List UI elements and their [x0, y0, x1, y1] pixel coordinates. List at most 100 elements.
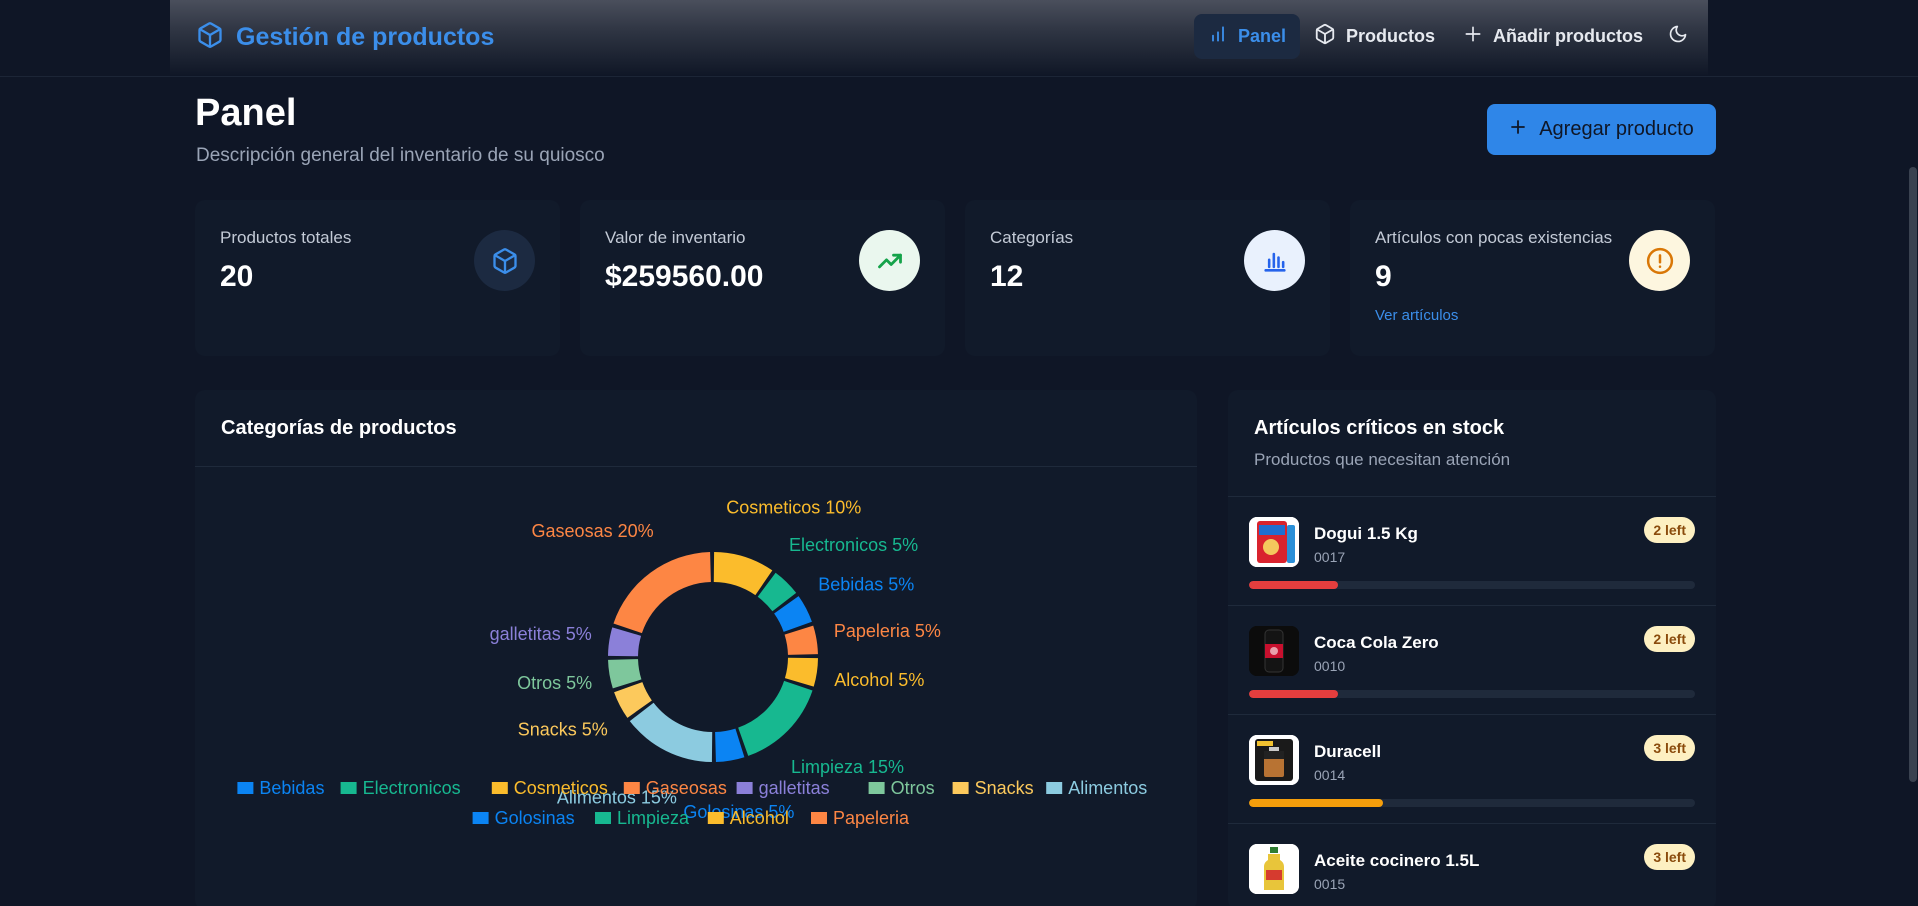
stock-level-bar [1249, 690, 1695, 698]
stat-value: 20 [220, 260, 254, 293]
nav-item-anadir-productos[interactable]: Añadir productos [1449, 14, 1657, 59]
legend-swatch [472, 812, 489, 824]
legend-item-limpieza[interactable]: Limpieza [595, 808, 690, 828]
page-title: Panel [195, 92, 297, 134]
legend-label: Alimentos [1068, 778, 1147, 798]
slice-label: Limpieza 15% [791, 757, 904, 777]
soda-can-image [1249, 626, 1299, 676]
donut-slice-golosinas[interactable] [715, 728, 745, 762]
bar-chart-icon [1244, 230, 1305, 291]
scrollbar[interactable] [1908, 77, 1918, 906]
alert-circle-icon [1629, 230, 1690, 291]
donut-slice-limpieza[interactable] [738, 680, 813, 756]
stat-card-inventory-value: Valor de inventario $259560.00 [580, 200, 945, 356]
stock-badge: 2 left [1644, 517, 1695, 543]
category-chart-card: Categorías de productos Cosmeticos 10% El… [195, 390, 1197, 906]
legend-item-alimentos[interactable]: Alimentos [1046, 778, 1147, 798]
slice-label: Bebidas 5% [818, 575, 914, 595]
stock-badge: 3 left [1644, 844, 1695, 870]
legend-item-otros[interactable]: Otros [868, 778, 935, 798]
stock-badge: 2 left [1644, 626, 1695, 652]
legend-item-galletitas[interactable]: galletitas [736, 778, 830, 798]
oil-bottle-image [1249, 844, 1299, 894]
legend-swatch [237, 782, 254, 794]
brand[interactable]: Gestión de productos [196, 21, 494, 54]
item-code: 0017 [1314, 549, 1346, 565]
stat-value: $259560.00 [605, 260, 764, 293]
legend-item-snacks[interactable]: Snacks [952, 778, 1034, 798]
stock-badge: 3 left [1644, 735, 1695, 761]
donut-slice-alcohol[interactable] [784, 657, 818, 687]
slice-label: Alcohol 5% [834, 670, 924, 690]
critical-title: Artículos críticos en stock [1254, 417, 1505, 439]
item-name: Dogui 1.5 Kg [1314, 524, 1418, 543]
legend-swatch [952, 782, 969, 794]
slice-label: Gaseosas 20% [532, 521, 654, 541]
stat-value: 9 [1375, 260, 1392, 293]
legend-swatch [491, 782, 508, 794]
stock-level-bar [1249, 581, 1695, 589]
box-icon [1314, 23, 1336, 50]
top-bar: Gestión de productos Panel Productos Aña… [0, 0, 1918, 77]
add-product-button[interactable]: Agregar producto [1487, 104, 1716, 155]
critical-item[interactable]: Aceite cocinero 1.5L 0015 3 left [1228, 823, 1716, 906]
legend-item-golosinas[interactable]: Golosinas [472, 808, 575, 828]
box-icon [196, 21, 224, 54]
slice-label: galletitas 5% [490, 624, 592, 644]
donut-slice-gaseosas[interactable] [613, 552, 711, 634]
item-name: Duracell [1314, 742, 1382, 761]
item-name: Aceite cocinero 1.5L [1314, 851, 1480, 870]
stat-label: Artículos con pocas existencias [1375, 228, 1613, 247]
slice-label: Cosmeticos 10% [726, 497, 861, 517]
legend-item-bebidas[interactable]: Bebidas [237, 778, 324, 798]
critical-item[interactable]: Dogui 1.5 Kg 0017 2 left [1228, 496, 1716, 605]
donut-slice-otros[interactable] [608, 659, 642, 689]
item-code: 0010 [1314, 658, 1346, 674]
critical-stock-card: Artículos críticos en stock Productos qu… [1228, 390, 1716, 906]
stat-label: Categorías [990, 228, 1074, 247]
legend-swatch [736, 782, 753, 794]
nav-label-panel: Panel [1238, 26, 1287, 46]
legend-item-papeleria[interactable]: Papeleria [811, 808, 910, 828]
legend-item-cosmeticos[interactable]: Cosmeticos [491, 778, 608, 798]
stock-level-fill [1249, 581, 1339, 589]
legend-swatch [811, 812, 827, 824]
legend-label: Electronicos [363, 778, 461, 798]
legend-label: Cosmeticos [514, 778, 608, 798]
nav-label-productos: Productos [1346, 26, 1436, 46]
stat-label: Productos totales [220, 228, 352, 247]
bar-chart-icon [1208, 24, 1228, 49]
item-code: 0015 [1314, 876, 1346, 892]
legend-item-electronicos[interactable]: Electronicos [340, 778, 461, 798]
moon-icon [1668, 24, 1688, 49]
add-product-label: Agregar producto [1539, 118, 1694, 140]
item-code: 0014 [1314, 767, 1346, 783]
dog-food-bag-image [1249, 517, 1299, 567]
legend-label: Limpieza [617, 808, 690, 828]
legend-label: Papeleria [833, 808, 910, 828]
critical-item[interactable]: Duracell 0014 3 left [1228, 714, 1716, 823]
critical-item[interactable]: Coca Cola Zero 0010 2 left [1228, 605, 1716, 714]
donut-slice-cosmeticos[interactable] [713, 552, 773, 596]
trending-up-icon [859, 230, 920, 291]
donut-slice-papeleria[interactable] [784, 625, 818, 655]
nav-label-anadir-productos: Añadir productos [1493, 26, 1644, 46]
nav-item-panel[interactable]: Panel [1194, 14, 1301, 59]
legend-label: Alcohol [730, 808, 789, 828]
nav-item-productos[interactable]: Productos [1300, 14, 1449, 59]
scrollbar-thumb[interactable] [1909, 167, 1917, 782]
slice-label: Snacks 5% [518, 719, 608, 739]
stat-label: Valor de inventario [605, 228, 746, 247]
legend-label: galletitas [759, 778, 830, 798]
brand-title: Gestión de productos [236, 23, 495, 51]
donut-slice-galletitas[interactable] [608, 627, 642, 657]
legend-swatch [595, 812, 611, 824]
legend-swatch [868, 782, 885, 794]
main-nav: Panel Productos Añadir productos [1194, 14, 1699, 59]
donut-slice-alimentos[interactable] [629, 702, 713, 762]
theme-toggle-button[interactable] [1657, 14, 1699, 59]
stock-level-fill [1249, 799, 1383, 807]
view-items-link[interactable]: Ver artículos [1375, 307, 1458, 324]
stat-value: 12 [990, 260, 1024, 293]
legend-label: Golosinas [495, 808, 575, 828]
